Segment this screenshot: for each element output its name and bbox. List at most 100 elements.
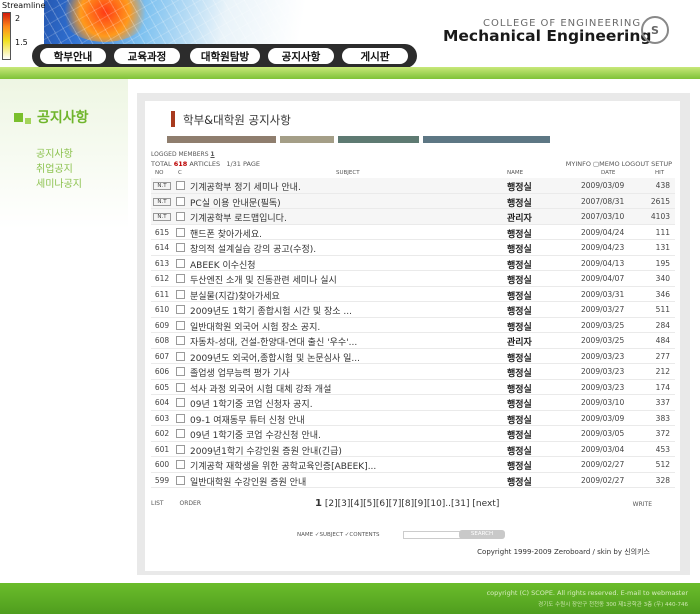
row-checkbox[interactable] — [176, 320, 185, 330]
row-subject-link[interactable]: 두산엔진 소개 및 진동관련 세미나 실시 — [190, 273, 337, 286]
table-row[interactable]: 613 ABEEK 이수신청 행정실 2009/04/13 195 — [151, 256, 675, 271]
row-checkbox[interactable] — [176, 274, 185, 283]
table-row[interactable]: 602 09년 1학기중 코업 수강신청 안내. 행정실 2009/03/05 372 — [151, 426, 675, 442]
row-subject-link[interactable]: 09-1 여재동무 튜터 신청 안내 — [190, 413, 305, 426]
row-subject-link[interactable]: 기계공학 재학생을 위한 공학교육인증[ABEEK]... — [190, 459, 376, 472]
row-author: 행정실 — [507, 229, 532, 240]
row-checkbox[interactable] — [176, 305, 185, 314]
table-row[interactable]: 603 09-1 여재동무 튜터 신청 안내 행정실 2009/03/09 383 — [151, 411, 675, 426]
table-row[interactable]: 605 석사 과정 외국어 시험 대체 강좌 개설 행정실 2009/03/23 174 — [151, 380, 675, 395]
row-date: 2009/03/31 — [581, 289, 625, 299]
row-subject-link[interactable]: 일반대학원 외국어 시험 장소 공지. — [190, 320, 320, 333]
row-hits: 195 — [655, 258, 670, 268]
row-checkbox[interactable] — [176, 351, 185, 361]
table-row[interactable]: 610 2009년도 1학기 종합시험 시간 및 장소 ... 행정실 2009/03… — [151, 302, 675, 318]
sidebar-item-jobs[interactable]: 취업공지 — [36, 160, 73, 175]
table-row[interactable]: 608 자동차-성대, 건설-한양대-연대 출신 '우수'... 관리자 2009/0… — [151, 333, 675, 349]
row-subject-link[interactable]: 2009년도 외국어,종합시험 및 논문심사 일... — [190, 351, 360, 364]
search-options[interactable]: NAME ✓SUBJECT ✓CONTENTS — [297, 532, 380, 538]
row-checkbox[interactable] — [176, 475, 185, 485]
table-row[interactable]: N.T 기계공학부 로드맵입니다. 관리자 2007/03/10 4103 — [151, 209, 675, 225]
table-row[interactable]: 600 기계공학 재학생을 위한 공학교육인증[ABEEK]... 행정실 2009/… — [151, 457, 675, 473]
row-checkbox[interactable] — [176, 382, 185, 392]
row-number: 606 — [154, 367, 170, 376]
row-checkbox[interactable] — [176, 212, 185, 221]
legend-tick: 2 — [15, 14, 21, 23]
row-subject-link[interactable]: 창의적 설계실습 강의 공고(수정). — [190, 242, 316, 255]
row-checkbox[interactable] — [176, 336, 185, 345]
row-subject-link[interactable]: 09년 1학기중 코업 신청자 공지. — [190, 397, 313, 410]
table-row[interactable]: 609 일반대학원 외국어 시험 장소 공지. 행정실 2009/03/25 284 — [151, 318, 675, 333]
row-subject-link[interactable]: 핸드폰 찾아가세요. — [190, 227, 262, 240]
nav-item-about[interactable]: 학부안내 — [40, 48, 106, 64]
table-row[interactable]: 611 분실물(지갑)찾아가세요 행정실 2009/03/31 346 — [151, 287, 675, 302]
row-subject-link[interactable]: 자동차-성대, 건설-한양대-연대 출신 '우수'... — [190, 335, 357, 348]
table-row[interactable]: N.T PC실 이용 안내문(필독) 행정실 2007/08/31 2615 — [151, 193, 675, 209]
table-row[interactable]: N.T 기계공학부 정기 세미나 안내. 행정실 2009/03/09 438 — [151, 178, 675, 194]
table-row[interactable]: 604 09년 1학기중 코업 신청자 공지. 행정실 2009/03/10 337 — [151, 395, 675, 411]
row-checkbox[interactable] — [176, 413, 185, 423]
row-number: 607 — [154, 351, 170, 361]
row-subject-link[interactable]: ABEEK 이수신청 — [190, 258, 256, 271]
table-row[interactable]: 607 2009년도 외국어,종합시험 및 논문심사 일... 행정실 2009/03… — [151, 349, 675, 364]
row-subject-link[interactable]: 일반대학원 수강인원 증원 안내 — [190, 475, 306, 488]
row-subject-link[interactable]: 기계공학부 로드맵입니다. — [190, 211, 287, 224]
header-green-band — [0, 67, 700, 79]
sidebar-item-seminar[interactable]: 세미나공지 — [36, 175, 82, 190]
row-checkbox[interactable] — [176, 227, 185, 237]
row-date: 2009/04/23 — [581, 243, 625, 252]
row-number: 604 — [154, 398, 170, 407]
row-checkbox[interactable] — [176, 258, 185, 268]
nav-item-notice[interactable]: 공지사항 — [268, 48, 334, 64]
list-button[interactable]: LIST — [151, 500, 164, 507]
row-subject-link[interactable]: 2009년1학기 수강인원 증원 안내(긴급) — [190, 444, 342, 457]
search-button[interactable]: SEARCH — [459, 530, 505, 539]
table-row[interactable]: 614 창의적 설계실습 강의 공고(수정). 행정실 2009/04/23 131 — [151, 240, 675, 256]
table-row[interactable]: 606 졸업생 업무능력 평가 기사 행정실 2009/03/23 212 — [151, 364, 675, 380]
col-c: C — [178, 170, 182, 176]
row-checkbox[interactable] — [176, 196, 185, 206]
write-button[interactable]: WRITE — [633, 501, 652, 508]
row-date: 2009/04/13 — [581, 258, 625, 268]
nav-item-curriculum[interactable]: 교육과정 — [114, 48, 180, 64]
table-row[interactable]: 615 핸드폰 찾아가세요. 행정실 2009/04/24 111 — [151, 225, 675, 240]
row-subject-link[interactable]: 분실물(지갑)찾아가세요 — [190, 289, 280, 302]
row-date: 2009/02/27 — [581, 460, 625, 469]
pagination[interactable]: 1 [2][3][4][5][6][7][8][9][10]..[31] [ne… — [315, 498, 499, 509]
row-checkbox[interactable] — [176, 460, 185, 469]
row-subject-link[interactable]: 2009년도 1학기 종합시험 시간 및 장소 ... — [190, 304, 352, 317]
row-number: 599 — [154, 475, 170, 485]
sidebar-item-notice[interactable]: 공지사항 — [36, 145, 73, 160]
row-subject-link[interactable]: PC실 이용 안내문(필독) — [190, 196, 281, 209]
row-number: N.T — [153, 213, 171, 221]
user-links[interactable]: MYINFO ▢MEMO LOGOUT SETUP — [566, 160, 672, 168]
search-input[interactable] — [403, 531, 463, 539]
row-subject-link[interactable]: 석사 과정 외국어 시험 대체 강좌 개설 — [190, 382, 331, 395]
board-rows: N.T 기계공학부 정기 세미나 안내. 행정실 2009/03/09 438 N.T PC… — [151, 178, 675, 488]
row-subject-link[interactable]: 졸업생 업무능력 평가 기사 — [190, 366, 290, 379]
row-checkbox[interactable] — [176, 289, 185, 299]
nav-item-board[interactable]: 게시판 — [342, 48, 408, 64]
color-bar-4 — [423, 136, 550, 143]
row-author: 행정실 — [507, 183, 532, 193]
row-checkbox[interactable] — [176, 429, 185, 438]
footer-copyright: copyright (C) SCOPE. All rights reserved… — [486, 589, 688, 597]
order-button[interactable]: ORDER — [180, 500, 201, 507]
table-row[interactable]: 612 두산엔진 소개 및 진동관련 세미나 실시 행정실 2009/04/07 340 — [151, 271, 675, 287]
row-subject-link[interactable]: 기계공학부 정기 세미나 안내. — [190, 180, 301, 193]
table-header: NO C SUBJECT NAME DATE HIT — [151, 169, 675, 178]
legend-tick: 1.5 — [15, 38, 28, 47]
nav-item-graduate[interactable]: 대학원탐방 — [190, 48, 260, 64]
row-subject-link[interactable]: 09년 1학기중 코업 수강신청 안내. — [190, 428, 321, 441]
row-checkbox[interactable] — [176, 243, 185, 252]
col-date: DATE — [601, 170, 616, 176]
row-checkbox[interactable] — [176, 444, 185, 454]
row-hits: 438 — [655, 181, 670, 190]
table-row[interactable]: 601 2009년1학기 수강인원 증원 안내(긴급) 행정실 2009/03/04 4… — [151, 442, 675, 457]
row-checkbox[interactable] — [176, 367, 185, 376]
row-author: 행정실 — [507, 245, 532, 255]
row-checkbox[interactable] — [176, 181, 185, 190]
row-checkbox[interactable] — [176, 398, 185, 407]
table-row[interactable]: 599 일반대학원 수강인원 증원 안내 행정실 2009/02/27 328 — [151, 473, 675, 488]
row-date: 2009/02/27 — [581, 475, 625, 485]
